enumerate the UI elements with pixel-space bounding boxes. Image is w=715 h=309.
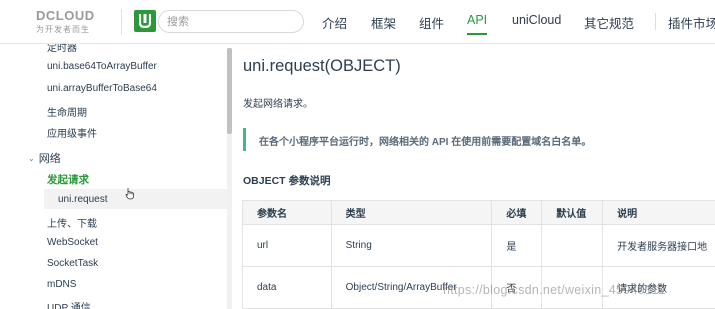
nav-item-framework[interactable]: 框架 bbox=[371, 13, 396, 32]
logo-subtitle: 为开发者而生 bbox=[36, 25, 90, 34]
sidebar-item-uni-request[interactable]: uni.request bbox=[58, 194, 107, 205]
cell-description: 开发者服务器接口地 bbox=[602, 224, 715, 267]
th-default: 默认值 bbox=[541, 200, 604, 225]
nav-item-unicloud[interactable]: uniCloud bbox=[512, 13, 561, 27]
logo-text: DCLOUD bbox=[36, 8, 95, 23]
sidebar-group-network[interactable]: ⌄ 网络 bbox=[28, 150, 61, 166]
nav-item-components[interactable]: 组件 bbox=[419, 13, 444, 32]
table-header-row: 参数名 类型 必填 默认值 说明 bbox=[242, 200, 715, 225]
tip-callout: 在各个小程序平台运行时，网络相关的 API 在使用前需要配置域名白名单。 bbox=[243, 128, 713, 151]
sidebar-item-base64-to-arraybuffer[interactable]: uni.base64ToArrayBuffer bbox=[47, 61, 157, 72]
page-title: uni.request(OBJECT) bbox=[243, 57, 401, 75]
tip-text: 在各个小程序平台运行时，网络相关的 API 在使用前需要配置域名白名单。 bbox=[259, 137, 592, 148]
search-input[interactable] bbox=[167, 14, 295, 29]
sidebar-group-label: 网络 bbox=[38, 153, 61, 165]
sidebar-item-websocket[interactable]: WebSocket bbox=[47, 237, 98, 248]
cell-required: 是 bbox=[491, 224, 543, 267]
table-row: url String 是 开发者服务器接口地 bbox=[242, 224, 715, 267]
sidebar-item-app-events[interactable]: 应用级事件 bbox=[47, 125, 97, 140]
nav-item-intro[interactable]: 介绍 bbox=[322, 13, 347, 32]
cell-param-name: url bbox=[242, 224, 332, 267]
sidebar: 定时器 uni.base64ToArrayBuffer uni.arrayBuf… bbox=[0, 44, 232, 309]
sidebar-item-timer[interactable]: 定时器 bbox=[47, 44, 77, 54]
uniapp-brand-icon[interactable] bbox=[134, 10, 156, 32]
nav-separator bbox=[655, 13, 656, 30]
sidebar-item-udp[interactable]: UDP 通信 bbox=[47, 299, 91, 309]
top-header: DCLOUD 为开发者而生 介绍 框架 组件 API uniCloud 其它规范… bbox=[0, 0, 715, 44]
sidebar-subgroup-request[interactable]: 发起请求 bbox=[47, 172, 89, 187]
search-box[interactable] bbox=[158, 10, 304, 33]
chevron-down-icon: ⌄ bbox=[28, 154, 35, 163]
sidebar-item-arraybuffer-to-base64[interactable]: uni.arrayBufferToBase64 bbox=[47, 83, 157, 94]
th-param-name: 参数名 bbox=[242, 200, 332, 225]
csdn-watermark: https://blog.csdn.net/weixin_45949112 bbox=[443, 283, 666, 297]
sidebar-item-lifecycle[interactable]: 生命周期 bbox=[47, 104, 87, 119]
header-divider bbox=[121, 9, 122, 35]
sidebar-item-upload-download[interactable]: 上传、下载 bbox=[47, 215, 97, 230]
cell-default bbox=[541, 224, 604, 267]
sidebar-item-mdns[interactable]: mDNS bbox=[47, 279, 76, 290]
th-type: 类型 bbox=[330, 200, 493, 225]
page-description: 发起网络请求。 bbox=[243, 99, 313, 110]
sidebar-item-sockettask[interactable]: SocketTask bbox=[47, 258, 98, 269]
th-description: 说明 bbox=[602, 200, 715, 225]
cell-type: String bbox=[330, 224, 493, 267]
nav-item-plugin-market[interactable]: 插件市场 bbox=[668, 13, 715, 32]
nav-item-other-specs[interactable]: 其它规范 bbox=[584, 13, 634, 32]
section-title: OBJECT 参数说明 bbox=[243, 175, 331, 187]
th-required: 必填 bbox=[491, 200, 543, 225]
hand-cursor-icon bbox=[125, 188, 134, 200]
main-content: uni.request(OBJECT) 发起网络请求。 在各个小程序平台运行时，… bbox=[232, 44, 715, 309]
nav-item-api[interactable]: API bbox=[467, 13, 488, 35]
dcloud-logo[interactable]: DCLOUD 为开发者而生 bbox=[36, 8, 112, 36]
cell-param-name: data bbox=[242, 266, 332, 309]
